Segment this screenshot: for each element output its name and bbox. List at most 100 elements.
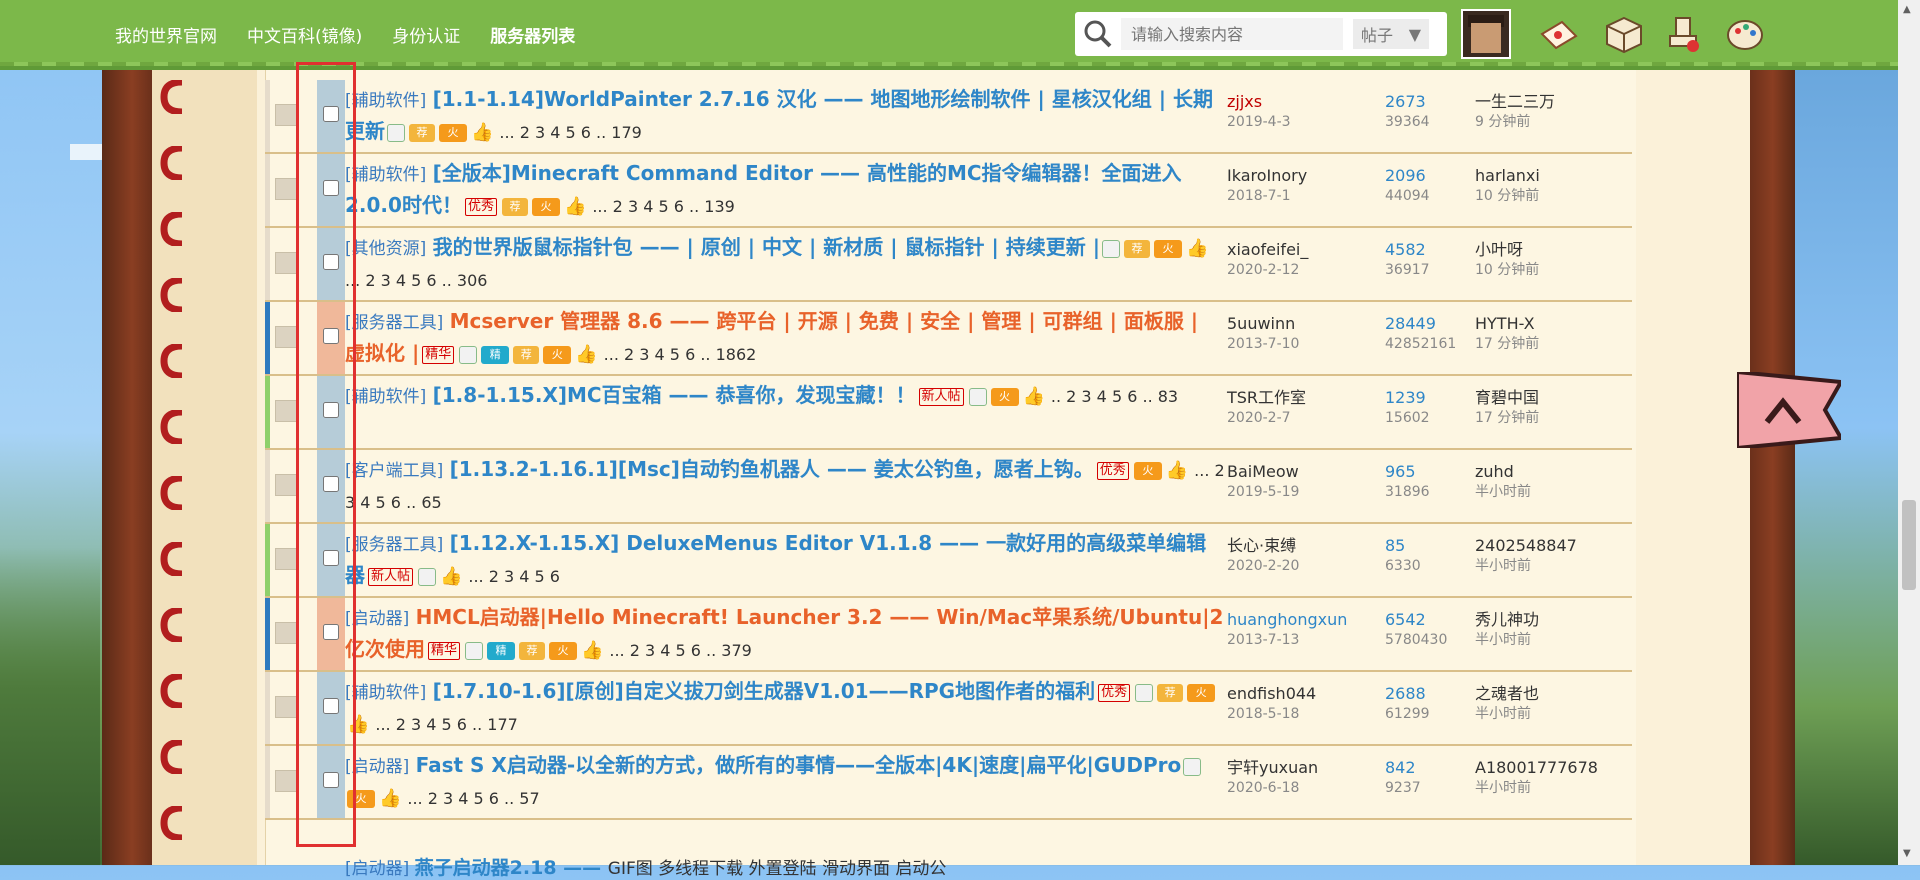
thread-title[interactable]: [1.7.10-1.6][原创]自定义拔刀剑生成器V1.01——RPG地图作者的… bbox=[433, 679, 1095, 703]
thread-author[interactable]: 5uuwinn bbox=[1227, 314, 1377, 334]
scroll-up-icon[interactable]: ▲ bbox=[1903, 4, 1911, 15]
thread-author[interactable]: zjjxs bbox=[1227, 92, 1377, 112]
thread-author[interactable]: TSR工作室 bbox=[1227, 388, 1377, 408]
last-post-time[interactable]: 17 分钟前 bbox=[1475, 334, 1625, 354]
huo-badge-icon: 火 bbox=[1187, 683, 1216, 702]
last-post-time[interactable]: 9 分钟前 bbox=[1475, 112, 1625, 132]
last-post-user[interactable]: 之魂者也 bbox=[1475, 684, 1625, 704]
thread-category[interactable]: [服务器工具] bbox=[345, 535, 443, 555]
mail-icon[interactable] bbox=[1538, 14, 1580, 56]
thread-row: [启动器] HMCL启动器|Hello Minecraft! Launcher … bbox=[265, 598, 1632, 672]
thread-author[interactable]: IkaroInory bbox=[1227, 166, 1377, 186]
thread-date: 2020-2-12 bbox=[1227, 262, 1300, 278]
thread-pagination[interactable]: ... 2 3 4 5 6 .. 139 bbox=[592, 197, 734, 216]
thread-category[interactable]: [辅助软件] bbox=[345, 165, 426, 185]
reply-count[interactable]: 4582 bbox=[1385, 240, 1455, 260]
thread-pagination[interactable]: ... 2 3 4 5 6 .. 1862 bbox=[604, 345, 757, 364]
thread-author[interactable]: 宇轩yuxuan bbox=[1227, 758, 1377, 778]
thread-category[interactable]: [辅助软件] bbox=[345, 91, 426, 111]
nav-official-site[interactable]: 我的世界官网 bbox=[115, 22, 217, 47]
thread-category[interactable]: [辅助软件] bbox=[345, 387, 426, 407]
reply-count[interactable]: 965 bbox=[1385, 462, 1455, 482]
thread-stats: 2096 44094 bbox=[1385, 166, 1455, 206]
thread-tag-badge: 优秀 bbox=[1096, 461, 1129, 480]
last-post-user[interactable]: A18001777678 bbox=[1475, 758, 1625, 778]
last-post-user[interactable]: harlanxi bbox=[1475, 166, 1625, 186]
thread-title[interactable]: [1.8-1.15.X]MC百宝箱 —— 恭喜你，发现宝藏！！ bbox=[433, 383, 916, 407]
thread-pagination[interactable]: ... 2 3 4 5 6 .. 379 bbox=[609, 641, 751, 660]
page-scrollbar[interactable]: ▲ ▼ bbox=[1898, 0, 1920, 865]
nav-identity-auth[interactable]: 身份认证 bbox=[392, 22, 460, 47]
thread-date: 2020-2-7 bbox=[1227, 410, 1291, 426]
thread-author[interactable]: 长心·束缚 bbox=[1227, 536, 1377, 556]
book-binding-ring bbox=[160, 738, 186, 776]
last-post-time[interactable]: 10 分钟前 bbox=[1475, 186, 1625, 206]
reply-count[interactable]: 842 bbox=[1385, 758, 1455, 778]
thread-category[interactable]: [其他资源] bbox=[345, 239, 426, 259]
nav-wiki-mirror[interactable]: 中文百科(镜像) bbox=[247, 22, 362, 47]
back-to-top-bookmark-icon[interactable] bbox=[1737, 372, 1841, 448]
search-input[interactable] bbox=[1121, 18, 1343, 50]
avatar[interactable] bbox=[1461, 9, 1511, 59]
thread-category[interactable]: [客户端工具] bbox=[345, 461, 443, 481]
reply-count[interactable]: 2673 bbox=[1385, 92, 1455, 112]
thread-title[interactable]: Fast S X启动器-以全新的方式，做所有的事情——全版本|4K|速度|扁平化… bbox=[416, 753, 1182, 777]
thread-folder-icon bbox=[275, 622, 297, 644]
last-post-user[interactable]: zuhd bbox=[1475, 462, 1625, 482]
thread-category[interactable]: [辅助软件] bbox=[345, 683, 426, 703]
thread-pagination[interactable]: ... 2 3 4 5 6 .. 57 bbox=[407, 789, 539, 808]
last-post-time[interactable]: 17 分钟前 bbox=[1475, 408, 1625, 428]
thread-category[interactable]: [启动器] bbox=[345, 859, 409, 879]
last-post-user[interactable]: 育碧中国 bbox=[1475, 388, 1625, 408]
thread-stats: 2688 61299 bbox=[1385, 684, 1455, 724]
notification-icon[interactable] bbox=[1662, 14, 1704, 56]
last-post-user[interactable]: HYTH-X bbox=[1475, 314, 1625, 334]
reply-count[interactable]: 6542 bbox=[1385, 610, 1455, 630]
reply-count[interactable]: 1239 bbox=[1385, 388, 1455, 408]
thread-author[interactable]: endfish044 bbox=[1227, 684, 1377, 704]
last-post-time[interactable]: 半小时前 bbox=[1475, 778, 1625, 798]
last-post-block: 2402548847 半小时前 bbox=[1475, 536, 1625, 576]
thread-pagination[interactable]: ... 2 3 4 5 6 .. 306 bbox=[345, 271, 487, 290]
thread-pagination[interactable]: ... 2 3 4 5 6 .. 177 bbox=[375, 715, 517, 734]
thread-pagination[interactable]: .. 2 3 4 5 6 .. 83 bbox=[1051, 387, 1178, 406]
palette-icon[interactable] bbox=[1724, 14, 1766, 56]
thread-title[interactable]: 我的世界版鼠标指针包 —— | 原创 | 中文 | 新材质 | 鼠标指针 | 持… bbox=[433, 235, 1100, 259]
thread-title[interactable]: [1.13.2-1.16.1][Msc]自动钓鱼机器人 —— 姜太公钓鱼，愿者上… bbox=[450, 457, 1094, 481]
thread-pagination[interactable]: ... 2 3 4 5 6 .. 179 bbox=[499, 123, 641, 142]
reply-count[interactable]: 85 bbox=[1385, 536, 1455, 556]
last-post-block: A18001777678 半小时前 bbox=[1475, 758, 1625, 798]
book-binding-ring bbox=[160, 342, 186, 380]
thread-title[interactable]: 燕子启动器2.18 —— bbox=[415, 857, 608, 879]
scroll-down-icon[interactable]: ▼ bbox=[1903, 848, 1911, 859]
last-post-time[interactable]: 半小时前 bbox=[1475, 630, 1625, 650]
jing-badge-icon: 精 bbox=[487, 641, 516, 660]
last-post-user[interactable]: 秀儿神功 bbox=[1475, 610, 1625, 630]
thread-author[interactable]: huanghongxun bbox=[1227, 610, 1377, 630]
reply-count[interactable]: 28449 bbox=[1385, 314, 1455, 334]
last-post-time[interactable]: 10 分钟前 bbox=[1475, 260, 1625, 280]
nav-server-list[interactable]: 服务器列表 bbox=[490, 22, 575, 47]
reply-count[interactable]: 2688 bbox=[1385, 684, 1455, 704]
reply-count[interactable]: 2096 bbox=[1385, 166, 1455, 186]
thumbs-up-icon: 👍 bbox=[575, 343, 598, 365]
box-icon[interactable] bbox=[1603, 14, 1645, 56]
last-post-user[interactable]: 一生二三万 bbox=[1475, 92, 1625, 112]
search-icon[interactable] bbox=[1075, 12, 1121, 56]
thread-author[interactable]: xiaofeifei_ bbox=[1227, 240, 1377, 260]
last-post-time[interactable]: 半小时前 bbox=[1475, 556, 1625, 576]
thread-author-block: BaiMeow 2019-5-19 bbox=[1227, 462, 1377, 502]
thread-pagination[interactable]: ... 2 3 4 5 6 bbox=[468, 567, 560, 586]
thread-category[interactable]: [服务器工具] bbox=[345, 313, 443, 333]
view-count: 44094 bbox=[1385, 188, 1430, 204]
thumbs-up-icon: 👍 bbox=[563, 195, 587, 217]
last-post-user[interactable]: 2402548847 bbox=[1475, 536, 1625, 556]
last-post-time[interactable]: 半小时前 bbox=[1475, 482, 1625, 502]
last-post-time[interactable]: 半小时前 bbox=[1475, 704, 1625, 724]
image-attachment-icon bbox=[1135, 683, 1154, 702]
scrollbar-thumb[interactable] bbox=[1902, 500, 1916, 590]
search-type-select[interactable]: 帖子 ▼ bbox=[1353, 19, 1429, 49]
last-post-user[interactable]: 小叶呀 bbox=[1475, 240, 1625, 260]
thread-author[interactable]: BaiMeow bbox=[1227, 462, 1377, 482]
thread-stats: 965 31896 bbox=[1385, 462, 1455, 502]
